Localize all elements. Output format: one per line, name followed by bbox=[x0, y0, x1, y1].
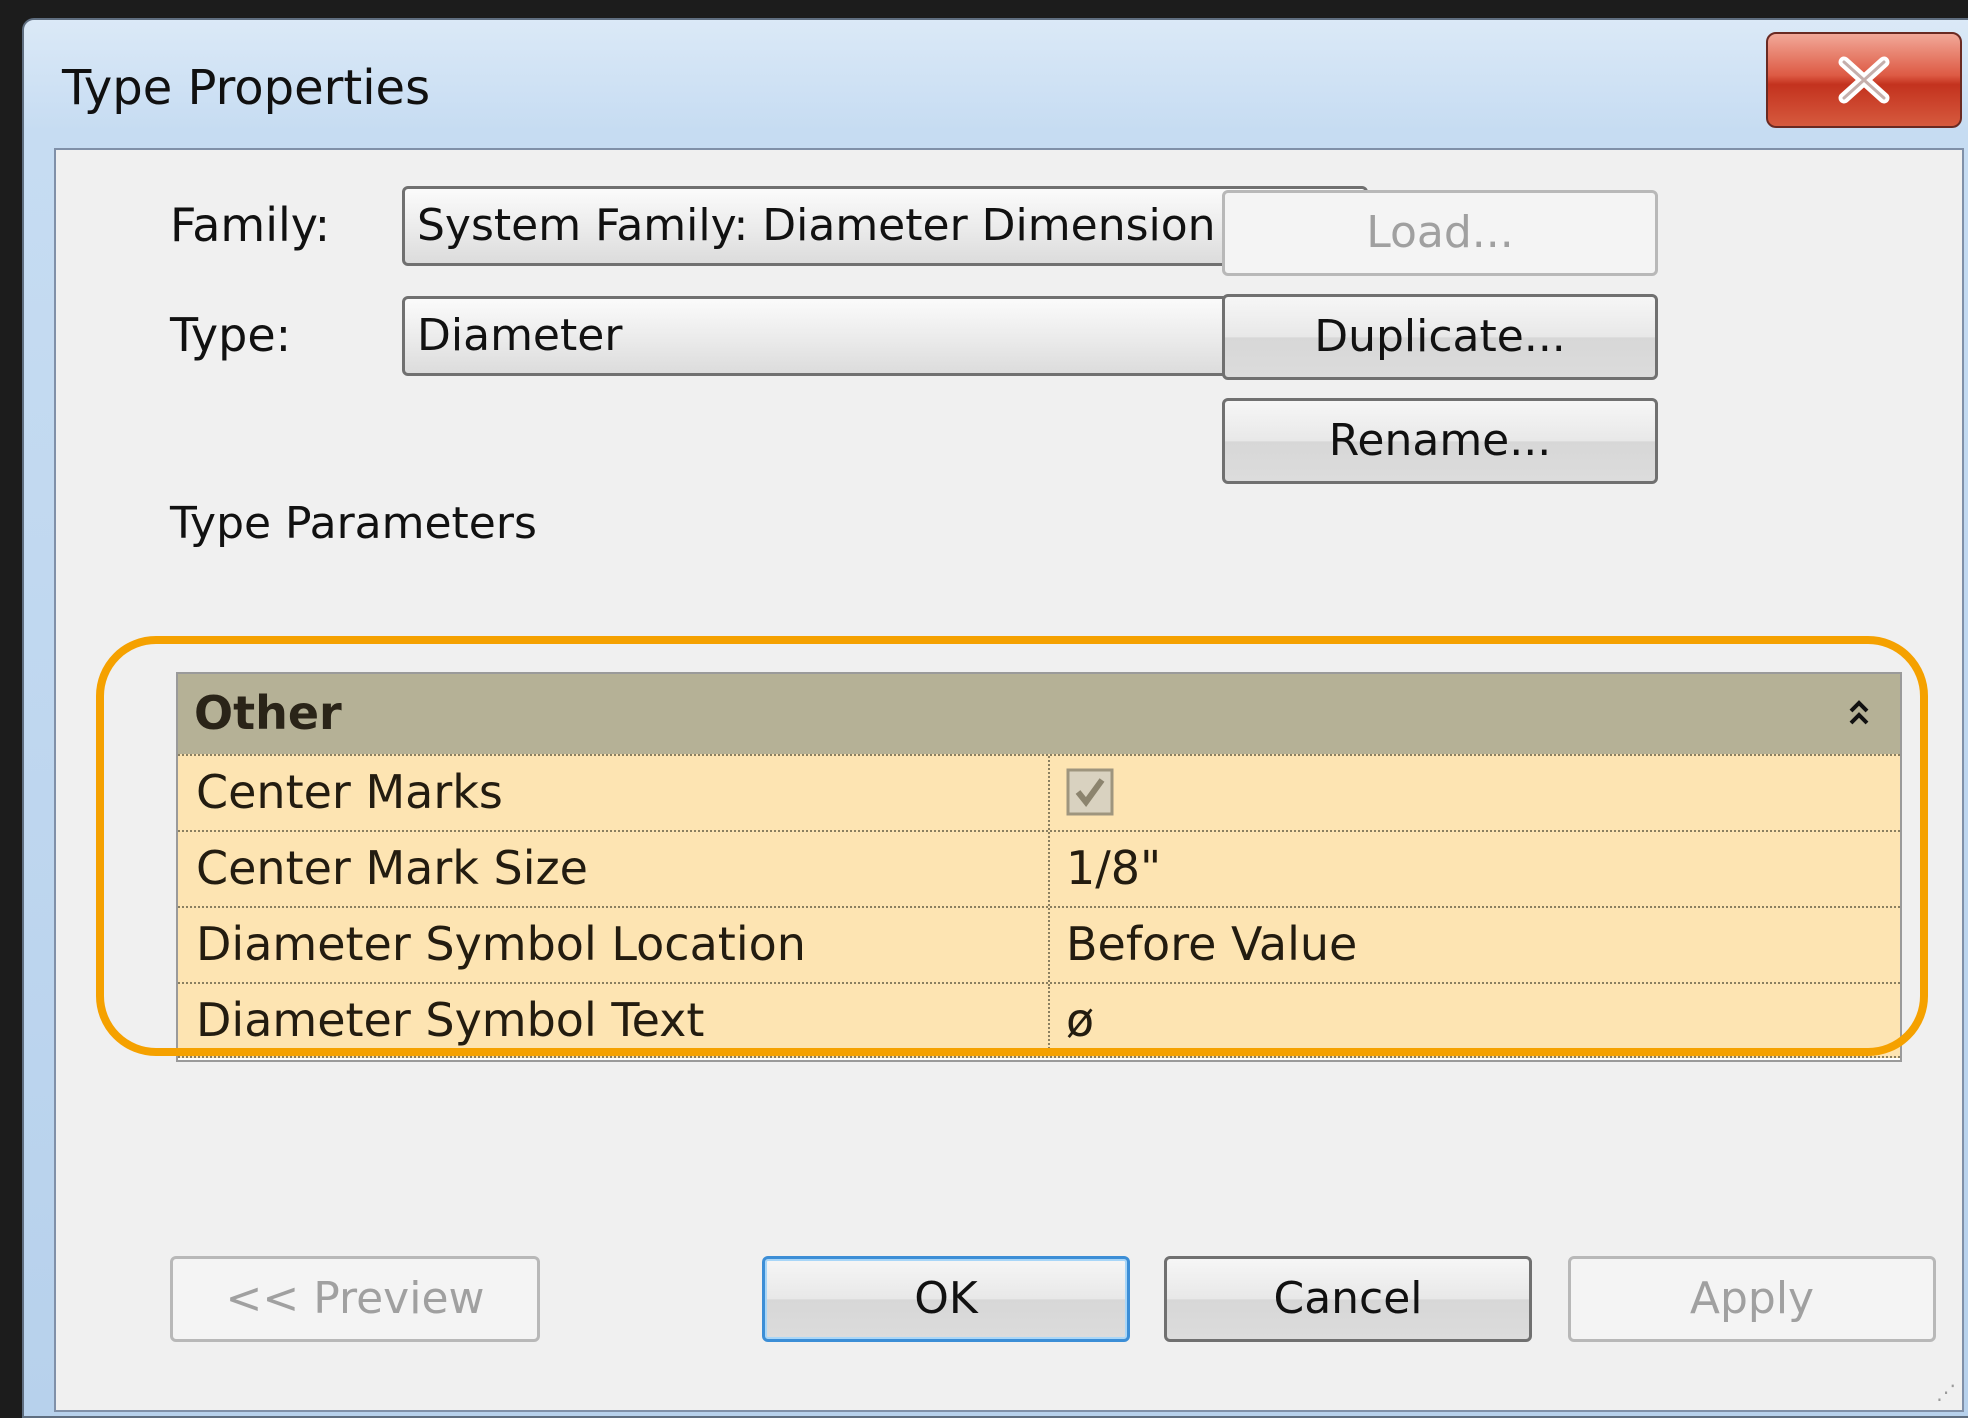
param-name: Diameter Symbol Text bbox=[196, 993, 705, 1047]
column-divider bbox=[1048, 832, 1050, 906]
param-name: Diameter Symbol Location bbox=[196, 917, 806, 971]
param-value[interactable]: ø bbox=[1066, 984, 1094, 1056]
family-value: System Family: Diameter Dimension Style bbox=[417, 200, 1341, 251]
param-row-center-marks[interactable]: Center Marks bbox=[178, 754, 1900, 830]
ok-button[interactable]: OK bbox=[762, 1256, 1130, 1342]
close-icon bbox=[1838, 56, 1890, 104]
column-divider bbox=[1048, 984, 1050, 1056]
param-row-diameter-symbol-text[interactable]: Diameter Symbol Text ø bbox=[178, 982, 1900, 1058]
preview-button[interactable]: << Preview bbox=[170, 1256, 540, 1342]
param-value[interactable]: 1/8" bbox=[1066, 832, 1161, 904]
type-properties-dialog: Type Properties Family: System Family: D… bbox=[22, 18, 1968, 1418]
column-divider bbox=[1048, 756, 1050, 830]
type-parameters-label: Type Parameters bbox=[170, 498, 537, 549]
rename-button[interactable]: Rename... bbox=[1222, 398, 1658, 484]
parameters-grid: Other Center Marks Center Mark Size 1/8" bbox=[176, 672, 1902, 1062]
param-value[interactable]: Before Value bbox=[1066, 908, 1357, 980]
collapse-icon bbox=[1849, 700, 1869, 725]
apply-button[interactable]: Apply bbox=[1568, 1256, 1936, 1342]
duplicate-button[interactable]: Duplicate... bbox=[1222, 294, 1658, 380]
group-header-other[interactable]: Other bbox=[178, 674, 1900, 754]
family-label: Family: bbox=[170, 198, 331, 252]
checkbox-icon[interactable] bbox=[1066, 768, 1114, 816]
group-label: Other bbox=[194, 686, 342, 740]
dialog-body: Family: System Family: Diameter Dimensio… bbox=[54, 148, 1964, 1412]
cancel-button[interactable]: Cancel bbox=[1164, 1256, 1532, 1342]
column-divider bbox=[1048, 908, 1050, 982]
load-button[interactable]: Load... bbox=[1222, 190, 1658, 276]
type-label: Type: bbox=[170, 308, 292, 362]
param-name: Center Marks bbox=[196, 765, 503, 819]
type-value: Diameter bbox=[417, 310, 623, 361]
dialog-title: Type Properties bbox=[62, 60, 431, 116]
resize-grip-icon[interactable]: ⋰ bbox=[1936, 1380, 1956, 1404]
param-row-diameter-symbol-location[interactable]: Diameter Symbol Location Before Value bbox=[178, 906, 1900, 982]
close-button[interactable] bbox=[1766, 32, 1962, 128]
param-name: Center Mark Size bbox=[196, 841, 588, 895]
param-row-center-mark-size[interactable]: Center Mark Size 1/8" bbox=[178, 830, 1900, 906]
